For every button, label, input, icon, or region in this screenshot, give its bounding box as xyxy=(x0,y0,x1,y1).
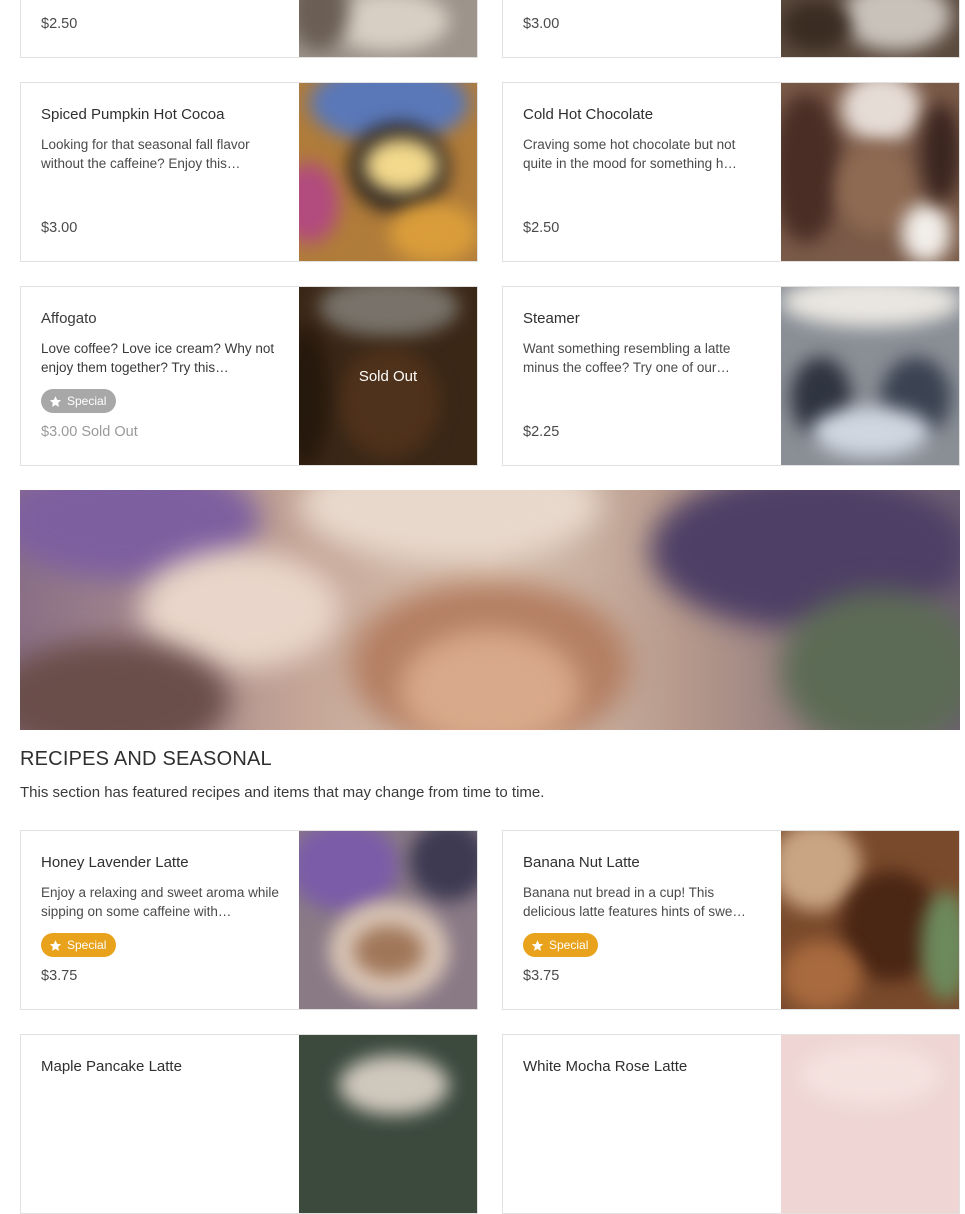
item-photo xyxy=(299,0,477,57)
item-price: $3.75 xyxy=(41,968,78,984)
sold-out-overlay: Sold Out xyxy=(299,287,477,465)
item-photo xyxy=(299,1035,477,1213)
star-icon xyxy=(49,939,62,951)
menu-item-card[interactable]: $2.50 xyxy=(20,0,478,58)
star-icon xyxy=(531,939,544,951)
section-description: This section has featured recipes and it… xyxy=(20,784,545,801)
item-name: White Mocha Rose Latte xyxy=(523,1058,688,1075)
item-name: Banana Nut Latte xyxy=(523,854,640,871)
special-badge: Special xyxy=(41,933,117,957)
item-description: Craving some hot chocolate but not quite… xyxy=(523,137,737,171)
item-name: Affogato xyxy=(41,310,97,327)
badge-label: Special xyxy=(67,394,107,408)
item-name: Spiced Pumpkin Hot Cocoa xyxy=(41,106,225,123)
item-name: Cold Hot Chocolate xyxy=(523,106,654,123)
menu-item-card[interactable]: Banana Nut Latte Banana nut bread in a c… xyxy=(502,830,960,1010)
item-description: Love coffee? Love ice cream? Why not enj… xyxy=(41,341,275,375)
item-photo xyxy=(781,1035,959,1213)
item-description: Looking for that seasonal fall flavor wi… xyxy=(41,137,250,171)
menu-item-card[interactable]: Maple Pancake Latte xyxy=(20,1034,478,1214)
sold-out-label: Sold Out xyxy=(358,367,418,385)
item-photo xyxy=(299,831,477,1009)
item-photo xyxy=(781,83,959,261)
item-description: Want something resembling a latte minus … xyxy=(523,341,731,375)
special-badge: Special xyxy=(523,933,599,957)
section-title: RECIPES AND SEASONAL xyxy=(20,748,272,770)
item-photo xyxy=(781,0,959,57)
menu-item-card[interactable]: $3.00 xyxy=(502,0,960,58)
item-price: $3.75 xyxy=(523,968,560,984)
menu-item-card[interactable]: Steamer Want something resembling a latt… xyxy=(502,286,960,466)
item-price: $3.00 xyxy=(523,16,560,32)
star-icon xyxy=(49,395,62,407)
item-price: $3.00 Sold Out xyxy=(41,424,138,440)
item-name: Steamer xyxy=(523,310,580,327)
item-photo xyxy=(781,831,959,1009)
item-price: $2.25 xyxy=(523,424,560,440)
item-photo xyxy=(781,287,959,465)
item-photo xyxy=(299,83,477,261)
badge-label: Special xyxy=(549,938,589,952)
badge-label: Special xyxy=(67,938,107,952)
item-name: Maple Pancake Latte xyxy=(41,1058,182,1075)
menu-item-card[interactable]: Spiced Pumpkin Hot Cocoa Looking for tha… xyxy=(20,82,478,262)
menu-item-card[interactable]: Affogato Love coffee? Love ice cream? Wh… xyxy=(20,286,478,466)
menu-item-card[interactable]: Cold Hot Chocolate Craving some hot choc… xyxy=(502,82,960,262)
item-price: $3.00 xyxy=(41,220,78,236)
special-badge: Special xyxy=(41,389,117,413)
menu-item-card[interactable]: White Mocha Rose Latte xyxy=(502,1034,960,1214)
item-price: $2.50 xyxy=(523,220,560,236)
section-banner-image xyxy=(20,490,960,730)
item-name: Honey Lavender Latte xyxy=(41,854,189,871)
item-description: Enjoy a relaxing and sweet aroma while s… xyxy=(41,885,279,919)
item-description: Banana nut bread in a cup! This deliciou… xyxy=(523,885,746,919)
item-photo: Sold Out xyxy=(299,287,477,465)
menu-item-card[interactable]: Honey Lavender Latte Enjoy a relaxing an… xyxy=(20,830,478,1010)
item-price: $2.50 xyxy=(41,16,78,32)
